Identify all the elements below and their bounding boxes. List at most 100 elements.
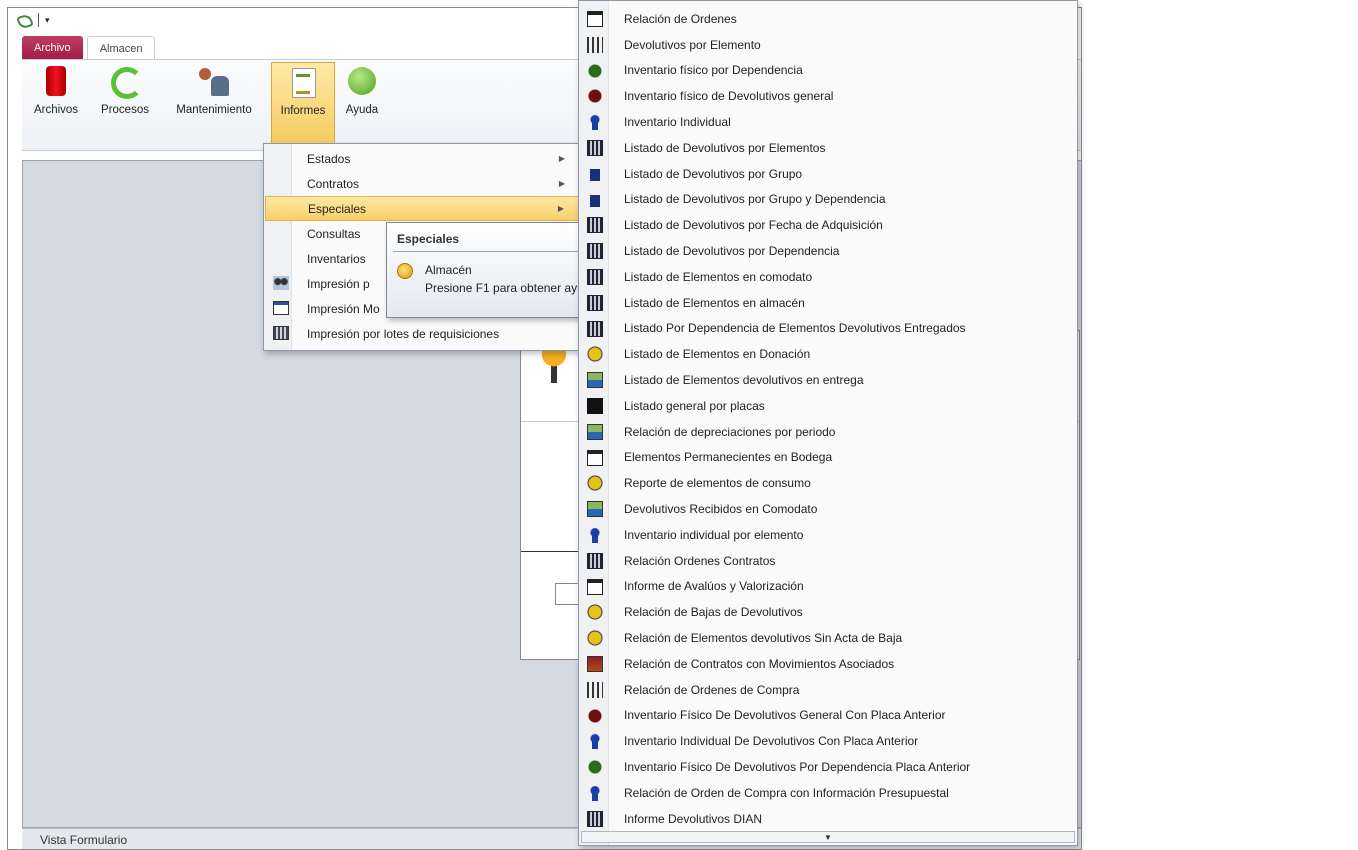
especiales-item[interactable]: Listado general por placas <box>580 393 1076 419</box>
menu-item-label: Contratos <box>307 176 360 191</box>
submenu-arrow-icon: ▶ <box>557 204 564 213</box>
ribbon-tabs: Archivo Almacen <box>22 36 156 60</box>
order-icon <box>587 681 603 698</box>
especiales-item-label: Relación de depreciaciones por periodo <box>624 424 836 439</box>
menu-item-label: Impresión p <box>307 276 370 291</box>
list-icon <box>587 320 603 337</box>
especiales-item-label: Listado de Devolutivos por Grupo <box>624 166 803 181</box>
menu-item-impresion-lotes[interactable]: Impresión por lotes de requisiciones <box>265 321 579 346</box>
especiales-item[interactable]: Listado de Elementos en Donación <box>580 341 1076 367</box>
especiales-item[interactable]: Relación de Orden de Compra con Informac… <box>580 780 1076 806</box>
especiales-item[interactable]: Listado de Devolutivos por Grupo y Depen… <box>580 187 1076 213</box>
informes-button[interactable]: Informes <box>271 62 335 150</box>
especiales-item[interactable]: Devolutivos por Elemento <box>580 32 1076 58</box>
menu-item-label: Impresión por lotes de requisiciones <box>307 326 500 341</box>
inventory-icon <box>587 88 603 105</box>
especiales-item-label: Inventario físico por Dependencia <box>624 63 803 78</box>
batch-print-icon <box>273 326 289 340</box>
especiales-item[interactable]: Inventario Físico De Devolutivos Por Dep… <box>580 754 1076 780</box>
especiales-item[interactable]: Relación de Ordenes de Compra <box>580 677 1076 703</box>
element-icon <box>587 36 603 53</box>
help-icon <box>345 64 379 98</box>
especiales-item-label: Inventario Individual De Devolutivos Con… <box>624 734 919 749</box>
especiales-item[interactable]: Inventario Individual <box>580 109 1076 135</box>
especiales-item[interactable]: Relación de depreciaciones por periodo <box>580 419 1076 445</box>
especiales-item[interactable]: Inventario físico por Dependencia <box>580 58 1076 84</box>
especiales-item[interactable]: Listado de Devolutivos por Dependencia <box>580 238 1076 264</box>
app-logo-icon[interactable] <box>16 13 32 27</box>
especiales-item[interactable]: Inventario Individual De Devolutivos Con… <box>580 728 1076 754</box>
especiales-item-label: Listado de Devolutivos por Elementos <box>624 140 826 155</box>
addin-icon <box>397 263 413 279</box>
especiales-item[interactable]: Inventario físico de Devolutivos general <box>580 83 1076 109</box>
especiales-item-label: Listado de Devolutivos por Dependencia <box>624 244 840 259</box>
especiales-item[interactable]: Elementos Permanecientes en Bodega <box>580 445 1076 471</box>
tooltip-addin-name: Almacén <box>425 263 472 277</box>
especiales-item-label: Elementos Permanecientes en Bodega <box>624 450 833 465</box>
ayuda-button[interactable]: Ayuda <box>338 64 386 146</box>
especiales-item-label: Relación de Bajas de Devolutivos <box>624 605 803 620</box>
menu-item-especiales[interactable]: Especiales ▶ <box>265 196 579 221</box>
removal-icon <box>587 630 603 647</box>
especiales-item-label: Listado general por placas <box>624 398 765 413</box>
archivos-button[interactable]: Archivos <box>22 64 90 146</box>
especiales-item[interactable]: Listado de Devolutivos por Elementos <box>580 135 1076 161</box>
menu-item-label: Consultas <box>307 226 361 241</box>
especiales-item-label: Inventario Físico De Devolutivos General… <box>624 708 946 723</box>
ayuda-label: Ayuda <box>345 104 379 116</box>
especiales-item-label: Inventario individual por elemento <box>624 527 804 542</box>
qat-dropdown-icon[interactable]: ▾ <box>45 15 50 26</box>
especiales-item[interactable]: Devolutivos Recibidos en Comodato <box>580 496 1076 522</box>
especiales-item[interactable]: Informe Devolutivos DIAN <box>580 806 1076 832</box>
tab-almacen[interactable]: Almacen <box>86 36 156 60</box>
informes-label: Informes <box>280 105 326 117</box>
menu-item-contratos[interactable]: Contratos ▶ <box>265 171 579 196</box>
especiales-item[interactable]: Relación de Contratos con Movimientos As… <box>580 651 1076 677</box>
menu-item-label: Inventarios <box>307 251 366 266</box>
especiales-item[interactable]: Listado de Devolutivos por Grupo <box>580 161 1076 187</box>
especiales-item[interactable]: Listado Por Dependencia de Elementos Dev… <box>580 316 1076 342</box>
bin-icon <box>587 165 603 182</box>
especiales-item[interactable]: Relación de Bajas de Devolutivos <box>580 599 1076 625</box>
tab-archivo[interactable]: Archivo <box>22 36 83 60</box>
especiales-item-label: Inventario Individual <box>624 115 731 130</box>
users-icon <box>197 64 231 98</box>
mantenimiento-button[interactable]: Mantenimiento <box>160 64 268 146</box>
especiales-item[interactable]: Listado de Elementos en almacén <box>580 290 1076 316</box>
menu-item-label: Estados <box>307 151 351 166</box>
submenu-arrow-icon: ▶ <box>558 179 565 188</box>
procesos-button[interactable]: Procesos <box>94 64 156 146</box>
submenu-arrow-icon: ▶ <box>558 154 565 163</box>
list-icon <box>587 294 603 311</box>
especiales-submenu: Relación de Ordenes Devolutivos por Eleme… <box>578 0 1078 846</box>
inventory-icon <box>587 759 603 776</box>
especiales-item-label: Listado de Elementos devolutivos en entr… <box>624 373 864 388</box>
especiales-item[interactable]: Inventario individual por elemento <box>580 522 1076 548</box>
especiales-item[interactable]: Relación Ordenes Contratos <box>580 548 1076 574</box>
especiales-item[interactable]: Listado de Elementos devolutivos en entr… <box>580 367 1076 393</box>
appraisal-icon <box>587 578 603 595</box>
especiales-item-label: Inventario Físico De Devolutivos Por Dep… <box>624 760 971 775</box>
inventory-icon <box>587 62 603 79</box>
especiales-item[interactable]: Listado de Devolutivos por Fecha de Adqu… <box>580 212 1076 238</box>
especiales-item[interactable]: Relación de Ordenes <box>580 6 1076 32</box>
procesos-label: Procesos <box>101 104 149 116</box>
especiales-item[interactable]: Listado de Elementos en comodato <box>580 264 1076 290</box>
especiales-item[interactable]: Informe de Avalúos y Valorización <box>580 574 1076 600</box>
scroll-down-button[interactable]: ▼ <box>581 831 1075 843</box>
chart-icon <box>587 372 603 389</box>
especiales-item-label: Informe de Avalúos y Valorización <box>624 579 804 594</box>
list-icon <box>587 398 603 414</box>
chart-icon <box>587 501 603 518</box>
menu-item-estados[interactable]: Estados ▶ <box>265 146 579 171</box>
especiales-item[interactable]: Reporte de elementos de consumo <box>580 470 1076 496</box>
especiales-item-label: Devolutivos por Elemento <box>624 37 761 52</box>
person-icon <box>587 527 603 543</box>
chart-icon <box>587 423 603 440</box>
especiales-item-label: Relación de Elementos devolutivos Sin Ac… <box>624 631 903 646</box>
especiales-item[interactable]: Relación de Elementos devolutivos Sin Ac… <box>580 625 1076 651</box>
list-icon <box>587 140 603 156</box>
especiales-item-label: Relación de Orden de Compra con Informac… <box>624 785 949 800</box>
menu-item-label: Impresión Mo <box>307 301 380 316</box>
especiales-item[interactable]: Inventario Físico De Devolutivos General… <box>580 703 1076 729</box>
